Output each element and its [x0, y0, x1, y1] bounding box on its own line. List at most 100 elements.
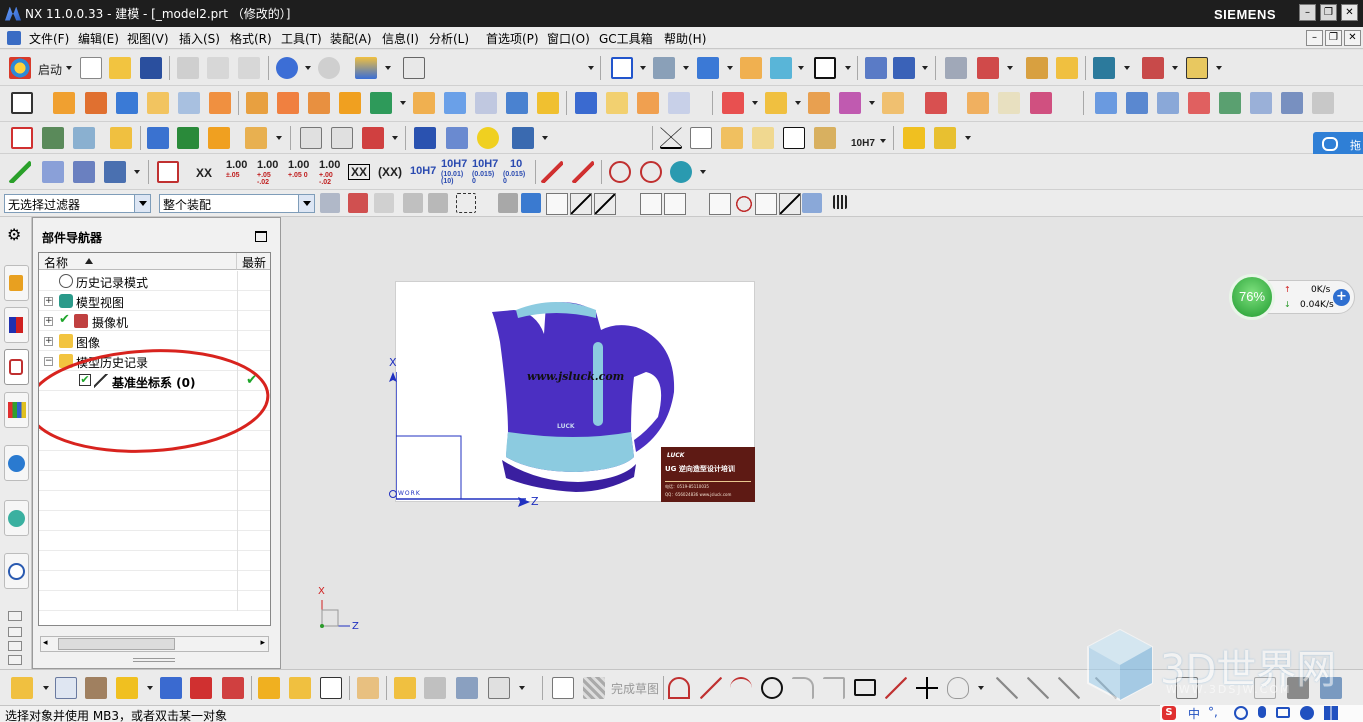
resize-grip[interactable] — [133, 658, 175, 662]
chevron-down-icon[interactable] — [298, 195, 314, 212]
restore-window-button[interactable]: ❐ — [1320, 4, 1337, 21]
fillet-icon[interactable] — [792, 677, 814, 699]
tree-row[interactable]: + ✔ 摄像机 — [39, 311, 270, 331]
brush-icon[interactable] — [814, 127, 836, 149]
fit-label[interactable]: 10H7 — [851, 138, 875, 149]
point-icon[interactable] — [722, 92, 744, 114]
menu-window[interactable]: 窗口(O) — [547, 30, 590, 47]
mdi-restore-button[interactable]: ❐ — [1325, 30, 1342, 46]
add-dropdown-icon[interactable] — [147, 686, 153, 690]
analysis-dropdown-icon[interactable] — [1124, 66, 1130, 70]
datum-plane-icon[interactable] — [765, 92, 787, 114]
snap-wave-icon[interactable] — [664, 193, 686, 215]
part-navigator-tab[interactable] — [4, 349, 29, 385]
new-file-icon[interactable] — [80, 57, 102, 79]
chamfer-sketch-icon[interactable] — [823, 677, 845, 699]
toolbox-icon[interactable] — [1324, 706, 1338, 720]
dim-fit-4[interactable]: 10 — [510, 158, 522, 170]
command-finder-dropdown-icon[interactable] — [385, 66, 391, 70]
snap-options-icon[interactable] — [802, 193, 822, 213]
layer-settings-icon[interactable] — [814, 57, 836, 79]
fit-dropdown-icon[interactable] — [640, 66, 646, 70]
gear-dropdown-icon[interactable] — [542, 136, 548, 140]
tools-dropdown-icon[interactable] — [43, 686, 49, 690]
menu-help[interactable]: 帮助(H) — [664, 30, 706, 47]
select-body-icon[interactable] — [498, 193, 518, 213]
dim-tol-4[interactable]: 1.00 — [319, 159, 340, 171]
menu-assemblies[interactable]: 装配(A) — [330, 30, 372, 47]
subtract-icon[interactable] — [370, 92, 392, 114]
extend-icon[interactable] — [1027, 677, 1049, 699]
split-body-icon[interactable] — [444, 92, 466, 114]
dim-basic[interactable]: XX — [348, 164, 371, 180]
select-remove-icon[interactable] — [403, 193, 423, 213]
sogou-ime-icon[interactable]: S — [1162, 706, 1176, 720]
datum-axis-icon[interactable] — [808, 92, 830, 114]
scroll-down-icon[interactable] — [8, 641, 22, 651]
grid-toggle-icon[interactable] — [833, 195, 847, 209]
scroll-stop-icon[interactable] — [8, 627, 22, 637]
maximize-panel-icon[interactable] — [255, 231, 267, 242]
rectangle-icon[interactable] — [854, 679, 876, 696]
accelerate-button[interactable]: + — [1333, 289, 1350, 306]
command-finder-icon[interactable] — [355, 57, 377, 79]
scope-select[interactable]: 整个装配 — [159, 194, 315, 213]
chevron-down-icon[interactable] — [134, 195, 150, 212]
constraint-navigator-tab[interactable] — [4, 307, 29, 343]
offset-face-icon[interactable] — [475, 92, 497, 114]
scroll-right-icon[interactable]: ▸ — [260, 638, 265, 648]
dim-fit-1[interactable]: 10H7 — [410, 165, 436, 177]
cylinder-icon[interactable] — [147, 92, 169, 114]
circle-icon[interactable] — [761, 677, 783, 699]
ime-mode[interactable]: 中 — [1188, 705, 1200, 722]
section-view-icon[interactable] — [331, 127, 353, 149]
add-icon[interactable] — [116, 677, 138, 699]
check-icon[interactable] — [9, 161, 31, 183]
keyboard-icon[interactable] — [1276, 707, 1290, 718]
menu-edit[interactable]: 编辑(E) — [78, 30, 119, 47]
menu-preferences[interactable]: 首选项(P) — [486, 30, 539, 47]
select-feature-icon[interactable] — [428, 193, 448, 213]
info-icon[interactable] — [403, 57, 425, 79]
conic-dropdown-icon[interactable] — [978, 686, 984, 690]
scroll-up-icon[interactable] — [8, 611, 22, 621]
copy-icon[interactable] — [207, 57, 229, 79]
replace-icon[interactable] — [160, 677, 182, 699]
horizontal-scrollbar[interactable]: ◂ ▸ — [40, 636, 269, 652]
expand-icon[interactable]: + — [44, 297, 53, 306]
subtract-dropdown-icon[interactable] — [400, 101, 406, 105]
datum-csys-icon[interactable] — [839, 92, 861, 114]
punct-mode[interactable]: °, — [1208, 705, 1218, 719]
coordinate-dropdown-icon[interactable] — [134, 170, 140, 174]
instance-geometry-icon[interactable] — [925, 92, 947, 114]
edit-object-icon[interactable] — [1026, 57, 1048, 79]
snap-midpoint-icon[interactable] — [594, 193, 616, 215]
expand-icon[interactable]: + — [44, 317, 53, 326]
tag-icon[interactable] — [110, 127, 132, 149]
mic-icon[interactable] — [1258, 706, 1266, 718]
route-icon[interactable] — [456, 677, 478, 699]
face-blend-icon[interactable] — [668, 92, 690, 114]
memory-usage-badge[interactable]: 76% — [1229, 274, 1275, 320]
cut-icon[interactable] — [177, 57, 199, 79]
scroll-left-icon[interactable]: ◂ — [43, 638, 48, 648]
tree-row[interactable]: + 模型视图 — [39, 291, 270, 311]
texture-icon[interactable] — [85, 677, 107, 699]
emoji-icon[interactable] — [1234, 706, 1248, 720]
curvature-dropdown-icon[interactable] — [1172, 66, 1178, 70]
hole-icon[interactable] — [178, 92, 200, 114]
point-sketch-icon[interactable] — [916, 677, 938, 699]
snap-perpendicular-icon[interactable] — [687, 193, 709, 215]
dim-fit-2[interactable]: 10H7 — [441, 158, 467, 170]
shell-icon[interactable] — [537, 92, 559, 114]
box-icon[interactable] — [488, 677, 510, 699]
curvature-icon[interactable] — [1142, 57, 1164, 79]
menu-insert[interactable]: 插入(S) — [179, 30, 220, 47]
gear-icon[interactable] — [512, 127, 534, 149]
gold-dropdown-icon[interactable] — [965, 136, 971, 140]
wcs-icon[interactable] — [893, 57, 915, 79]
dim-tol-3[interactable]: 1.00 — [288, 159, 309, 171]
ruler-icon[interactable] — [1186, 57, 1208, 79]
sequence-dropdown-icon[interactable] — [276, 136, 282, 140]
wrap-icon[interactable] — [1030, 92, 1052, 114]
